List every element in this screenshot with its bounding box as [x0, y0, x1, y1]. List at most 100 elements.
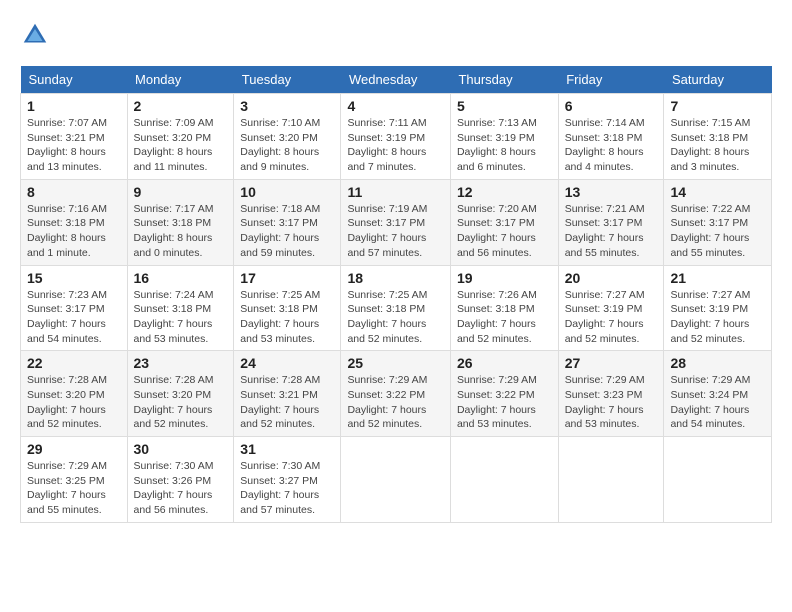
- day-info: Sunrise: 7:28 AM Sunset: 3:20 PM Dayligh…: [27, 374, 107, 430]
- calendar-week-5: 29 Sunrise: 7:29 AM Sunset: 3:25 PM Dayl…: [21, 437, 772, 523]
- day-number: 27: [565, 355, 658, 371]
- calendar-cell: 15 Sunrise: 7:23 AM Sunset: 3:17 PM Dayl…: [21, 265, 128, 351]
- calendar-cell: 22 Sunrise: 7:28 AM Sunset: 3:20 PM Dayl…: [21, 351, 128, 437]
- calendar-cell: 11 Sunrise: 7:19 AM Sunset: 3:17 PM Dayl…: [341, 179, 451, 265]
- day-info: Sunrise: 7:30 AM Sunset: 3:26 PM Dayligh…: [134, 460, 214, 516]
- day-info: Sunrise: 7:26 AM Sunset: 3:18 PM Dayligh…: [457, 289, 537, 345]
- day-number: 9: [134, 184, 228, 200]
- day-info: Sunrise: 7:28 AM Sunset: 3:20 PM Dayligh…: [134, 374, 214, 430]
- day-number: 10: [240, 184, 334, 200]
- calendar-cell: 4 Sunrise: 7:11 AM Sunset: 3:19 PM Dayli…: [341, 94, 451, 180]
- calendar-cell: 5 Sunrise: 7:13 AM Sunset: 3:19 PM Dayli…: [450, 94, 558, 180]
- calendar-cell: 21 Sunrise: 7:27 AM Sunset: 3:19 PM Dayl…: [664, 265, 772, 351]
- day-info: Sunrise: 7:25 AM Sunset: 3:18 PM Dayligh…: [347, 289, 427, 345]
- calendar-week-3: 15 Sunrise: 7:23 AM Sunset: 3:17 PM Dayl…: [21, 265, 772, 351]
- day-number: 19: [457, 270, 552, 286]
- calendar-week-1: 1 Sunrise: 7:07 AM Sunset: 3:21 PM Dayli…: [21, 94, 772, 180]
- calendar-cell: 8 Sunrise: 7:16 AM Sunset: 3:18 PM Dayli…: [21, 179, 128, 265]
- logo: [20, 20, 54, 50]
- calendar-cell: 30 Sunrise: 7:30 AM Sunset: 3:26 PM Dayl…: [127, 437, 234, 523]
- calendar-week-2: 8 Sunrise: 7:16 AM Sunset: 3:18 PM Dayli…: [21, 179, 772, 265]
- day-info: Sunrise: 7:09 AM Sunset: 3:20 PM Dayligh…: [134, 117, 214, 173]
- calendar-cell: 26 Sunrise: 7:29 AM Sunset: 3:22 PM Dayl…: [450, 351, 558, 437]
- day-info: Sunrise: 7:24 AM Sunset: 3:18 PM Dayligh…: [134, 289, 214, 345]
- calendar-cell: [341, 437, 451, 523]
- calendar-cell: 6 Sunrise: 7:14 AM Sunset: 3:18 PM Dayli…: [558, 94, 664, 180]
- day-info: Sunrise: 7:30 AM Sunset: 3:27 PM Dayligh…: [240, 460, 320, 516]
- day-number: 6: [565, 98, 658, 114]
- header-thursday: Thursday: [450, 66, 558, 94]
- day-info: Sunrise: 7:23 AM Sunset: 3:17 PM Dayligh…: [27, 289, 107, 345]
- calendar-cell: [558, 437, 664, 523]
- header-monday: Monday: [127, 66, 234, 94]
- header-saturday: Saturday: [664, 66, 772, 94]
- day-number: 7: [670, 98, 765, 114]
- calendar-cell: 24 Sunrise: 7:28 AM Sunset: 3:21 PM Dayl…: [234, 351, 341, 437]
- day-info: Sunrise: 7:21 AM Sunset: 3:17 PM Dayligh…: [565, 203, 645, 259]
- logo-icon: [20, 20, 50, 50]
- calendar: SundayMondayTuesdayWednesdayThursdayFrid…: [20, 66, 772, 523]
- day-info: Sunrise: 7:29 AM Sunset: 3:25 PM Dayligh…: [27, 460, 107, 516]
- day-number: 28: [670, 355, 765, 371]
- day-info: Sunrise: 7:20 AM Sunset: 3:17 PM Dayligh…: [457, 203, 537, 259]
- calendar-cell: 19 Sunrise: 7:26 AM Sunset: 3:18 PM Dayl…: [450, 265, 558, 351]
- calendar-week-4: 22 Sunrise: 7:28 AM Sunset: 3:20 PM Dayl…: [21, 351, 772, 437]
- calendar-cell: 1 Sunrise: 7:07 AM Sunset: 3:21 PM Dayli…: [21, 94, 128, 180]
- day-number: 1: [27, 98, 121, 114]
- day-number: 22: [27, 355, 121, 371]
- calendar-cell: 17 Sunrise: 7:25 AM Sunset: 3:18 PM Dayl…: [234, 265, 341, 351]
- day-number: 24: [240, 355, 334, 371]
- day-number: 11: [347, 184, 444, 200]
- day-number: 14: [670, 184, 765, 200]
- day-number: 8: [27, 184, 121, 200]
- calendar-cell: [664, 437, 772, 523]
- day-number: 16: [134, 270, 228, 286]
- day-number: 30: [134, 441, 228, 457]
- day-number: 15: [27, 270, 121, 286]
- day-number: 12: [457, 184, 552, 200]
- day-info: Sunrise: 7:07 AM Sunset: 3:21 PM Dayligh…: [27, 117, 107, 173]
- day-info: Sunrise: 7:29 AM Sunset: 3:22 PM Dayligh…: [347, 374, 427, 430]
- day-info: Sunrise: 7:15 AM Sunset: 3:18 PM Dayligh…: [670, 117, 750, 173]
- day-info: Sunrise: 7:10 AM Sunset: 3:20 PM Dayligh…: [240, 117, 320, 173]
- day-info: Sunrise: 7:27 AM Sunset: 3:19 PM Dayligh…: [670, 289, 750, 345]
- day-number: 20: [565, 270, 658, 286]
- calendar-cell: 20 Sunrise: 7:27 AM Sunset: 3:19 PM Dayl…: [558, 265, 664, 351]
- calendar-cell: 9 Sunrise: 7:17 AM Sunset: 3:18 PM Dayli…: [127, 179, 234, 265]
- calendar-cell: 31 Sunrise: 7:30 AM Sunset: 3:27 PM Dayl…: [234, 437, 341, 523]
- day-info: Sunrise: 7:19 AM Sunset: 3:17 PM Dayligh…: [347, 203, 427, 259]
- page-header: [20, 20, 772, 50]
- calendar-cell: 10 Sunrise: 7:18 AM Sunset: 3:17 PM Dayl…: [234, 179, 341, 265]
- day-number: 25: [347, 355, 444, 371]
- calendar-cell: 2 Sunrise: 7:09 AM Sunset: 3:20 PM Dayli…: [127, 94, 234, 180]
- calendar-cell: 18 Sunrise: 7:25 AM Sunset: 3:18 PM Dayl…: [341, 265, 451, 351]
- calendar-cell: 3 Sunrise: 7:10 AM Sunset: 3:20 PM Dayli…: [234, 94, 341, 180]
- day-info: Sunrise: 7:29 AM Sunset: 3:24 PM Dayligh…: [670, 374, 750, 430]
- header-friday: Friday: [558, 66, 664, 94]
- calendar-cell: [450, 437, 558, 523]
- calendar-cell: 12 Sunrise: 7:20 AM Sunset: 3:17 PM Dayl…: [450, 179, 558, 265]
- day-number: 29: [27, 441, 121, 457]
- calendar-cell: 7 Sunrise: 7:15 AM Sunset: 3:18 PM Dayli…: [664, 94, 772, 180]
- day-info: Sunrise: 7:27 AM Sunset: 3:19 PM Dayligh…: [565, 289, 645, 345]
- calendar-cell: 23 Sunrise: 7:28 AM Sunset: 3:20 PM Dayl…: [127, 351, 234, 437]
- day-info: Sunrise: 7:29 AM Sunset: 3:23 PM Dayligh…: [565, 374, 645, 430]
- day-info: Sunrise: 7:16 AM Sunset: 3:18 PM Dayligh…: [27, 203, 107, 259]
- day-number: 13: [565, 184, 658, 200]
- day-info: Sunrise: 7:22 AM Sunset: 3:17 PM Dayligh…: [670, 203, 750, 259]
- calendar-cell: 13 Sunrise: 7:21 AM Sunset: 3:17 PM Dayl…: [558, 179, 664, 265]
- day-info: Sunrise: 7:14 AM Sunset: 3:18 PM Dayligh…: [565, 117, 645, 173]
- day-info: Sunrise: 7:25 AM Sunset: 3:18 PM Dayligh…: [240, 289, 320, 345]
- header-wednesday: Wednesday: [341, 66, 451, 94]
- calendar-cell: 14 Sunrise: 7:22 AM Sunset: 3:17 PM Dayl…: [664, 179, 772, 265]
- day-number: 23: [134, 355, 228, 371]
- header-sunday: Sunday: [21, 66, 128, 94]
- calendar-cell: 25 Sunrise: 7:29 AM Sunset: 3:22 PM Dayl…: [341, 351, 451, 437]
- calendar-cell: 16 Sunrise: 7:24 AM Sunset: 3:18 PM Dayl…: [127, 265, 234, 351]
- day-info: Sunrise: 7:11 AM Sunset: 3:19 PM Dayligh…: [347, 117, 426, 173]
- header-tuesday: Tuesday: [234, 66, 341, 94]
- day-info: Sunrise: 7:29 AM Sunset: 3:22 PM Dayligh…: [457, 374, 537, 430]
- calendar-header-row: SundayMondayTuesdayWednesdayThursdayFrid…: [21, 66, 772, 94]
- calendar-cell: 29 Sunrise: 7:29 AM Sunset: 3:25 PM Dayl…: [21, 437, 128, 523]
- day-number: 3: [240, 98, 334, 114]
